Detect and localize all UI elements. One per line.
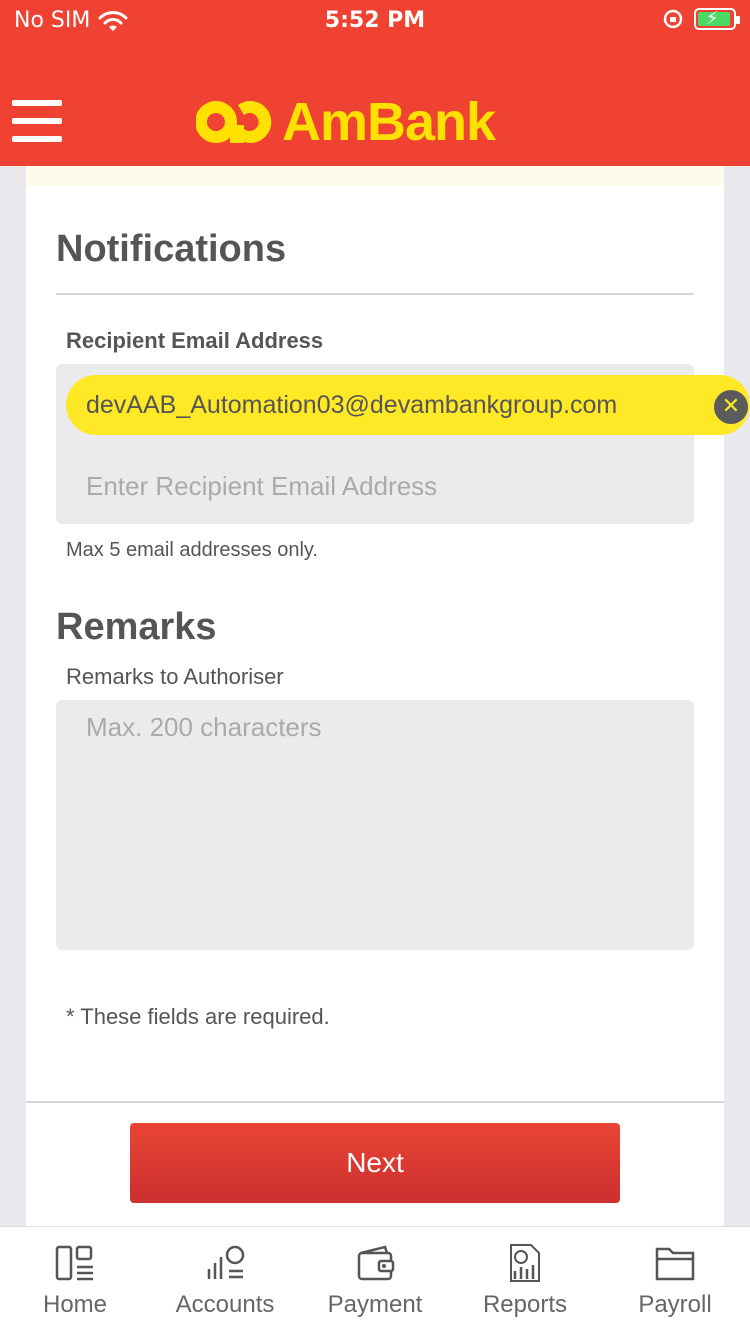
ambank-logo-mark bbox=[196, 101, 272, 143]
required-fields-note: * These fields are required. bbox=[66, 1004, 330, 1029]
remarks-label: Remarks to Authoriser bbox=[66, 664, 284, 689]
status-bar: No SIM 5:52 PM ⚡ bbox=[0, 0, 750, 42]
tab-payment[interactable]: Payment bbox=[300, 1227, 450, 1334]
wallet-icon bbox=[357, 1245, 395, 1281]
tab-reports[interactable]: Reports bbox=[450, 1227, 600, 1334]
accounts-icon bbox=[207, 1245, 245, 1279]
bottom-tab-bar: Home Accounts Payment Reports Payroll bbox=[0, 1226, 750, 1334]
rotation-lock-icon bbox=[663, 9, 683, 29]
ambank-logo: AmBank bbox=[196, 92, 496, 152]
reports-icon bbox=[510, 1244, 540, 1282]
folder-icon bbox=[655, 1247, 695, 1281]
tab-home-label: Home bbox=[42, 1291, 108, 1318]
status-icons: ⚡ bbox=[662, 8, 740, 30]
clock: 5:52 PM bbox=[324, 8, 426, 33]
email-chip: devAAB_Automation03@devambankgroup.com bbox=[66, 375, 750, 435]
notifications-title: Notifications bbox=[56, 228, 287, 270]
next-button[interactable]: Next bbox=[130, 1123, 620, 1203]
remarks-textarea[interactable] bbox=[56, 700, 694, 950]
footer-divider bbox=[26, 1101, 724, 1103]
tab-payroll[interactable]: Payroll bbox=[600, 1227, 750, 1334]
email-chip-text: devAAB_Automation03@devambankgroup.com bbox=[86, 390, 618, 419]
tab-payment-label: Payment bbox=[327, 1291, 423, 1318]
tab-accounts[interactable]: Accounts bbox=[150, 1227, 300, 1334]
recipient-email-label: Recipient Email Address bbox=[66, 328, 324, 353]
ambank-wordmark: AmBank bbox=[282, 92, 496, 152]
tab-home[interactable]: Home bbox=[0, 1227, 150, 1334]
remove-email-icon[interactable]: ✕ bbox=[714, 390, 748, 424]
recipient-email-input[interactable] bbox=[56, 456, 694, 516]
email-limit-hint: Max 5 email addresses only. bbox=[66, 539, 318, 561]
battery-icon: ⚡ bbox=[694, 8, 740, 30]
tab-accounts-label: Accounts bbox=[175, 1291, 275, 1318]
tab-payroll-label: Payroll bbox=[638, 1291, 712, 1318]
app-header: No SIM 5:52 PM ⚡ AmBank bbox=[0, 0, 750, 166]
card-top-stripe bbox=[26, 166, 724, 186]
menu-button[interactable] bbox=[12, 100, 62, 142]
form-card: Notifications Recipient Email Address de… bbox=[26, 166, 750, 1226]
home-icon bbox=[55, 1245, 93, 1281]
remarks-title: Remarks bbox=[56, 606, 217, 648]
tab-reports-label: Reports bbox=[482, 1291, 568, 1318]
notifications-divider bbox=[56, 293, 694, 295]
